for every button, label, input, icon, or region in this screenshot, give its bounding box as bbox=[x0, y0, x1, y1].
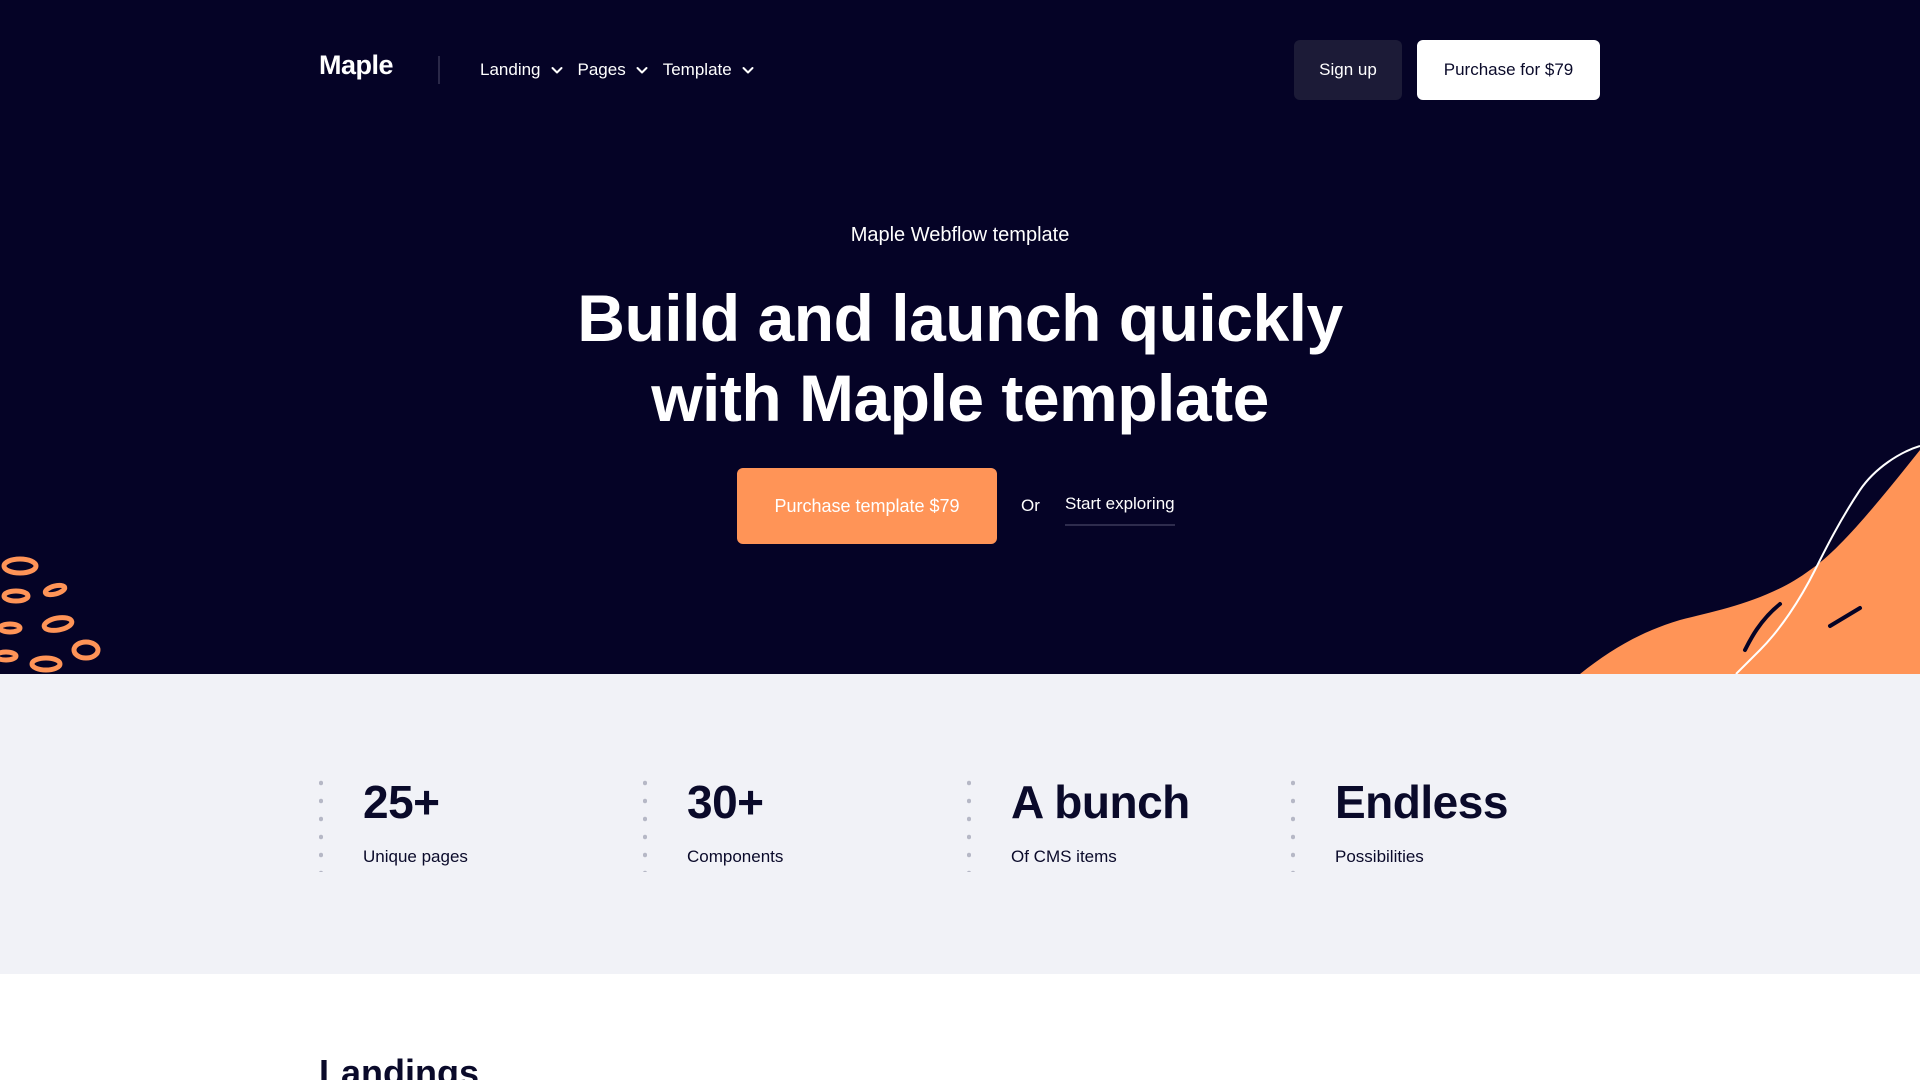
chevron-down-icon bbox=[741, 63, 755, 77]
dotted-divider bbox=[1291, 774, 1295, 872]
dotted-divider bbox=[967, 774, 971, 872]
decorative-wave-illustration bbox=[1580, 445, 1920, 674]
chevron-down-icon bbox=[635, 63, 649, 77]
hero-eyebrow: Maple Webflow template bbox=[850, 224, 1070, 246]
nav-item-template[interactable]: Template bbox=[663, 60, 755, 80]
purchase-template-button[interactable]: Purchase template $79 bbox=[737, 468, 997, 544]
stat-item: A bunch Of CMS items bbox=[967, 774, 1267, 872]
stats-section: 25+ Unique pages 30+ Components A bunch … bbox=[0, 674, 1920, 974]
nav-item-landing[interactable]: Landing bbox=[480, 60, 564, 80]
dotted-divider bbox=[319, 774, 323, 872]
stat-label: Possibilities bbox=[1335, 847, 1424, 866]
stat-label: Components bbox=[687, 847, 784, 866]
landings-section-title: Landings bbox=[319, 1052, 479, 1080]
purchase-button[interactable]: Purchase for $79 bbox=[1417, 40, 1600, 100]
signup-button[interactable]: Sign up bbox=[1294, 40, 1402, 100]
logo-divider bbox=[438, 56, 440, 84]
hero-headline: Build and launch quickly with Maple temp… bbox=[460, 278, 1460, 438]
hero-headline-line-1: Build and launch quickly bbox=[577, 281, 1343, 355]
stat-item: Endless Possibilities bbox=[1291, 774, 1591, 872]
nav-item-label: Template bbox=[662, 60, 732, 79]
nav-item-label: Landing bbox=[480, 60, 541, 79]
nav-item-label: Pages bbox=[577, 60, 626, 79]
stat-value: A bunch bbox=[1011, 776, 1190, 828]
chevron-down-icon bbox=[550, 63, 564, 77]
decorative-rings-illustration bbox=[0, 556, 101, 673]
dotted-divider bbox=[643, 774, 647, 872]
stat-item: 25+ Unique pages bbox=[319, 774, 619, 872]
stat-value: 25+ bbox=[363, 776, 440, 828]
nav-item-pages[interactable]: Pages bbox=[578, 60, 649, 80]
hero-headline-line-2: with Maple template bbox=[651, 361, 1269, 435]
main-nav: Landing Pages Template bbox=[480, 56, 769, 84]
start-exploring-link[interactable]: Start exploring bbox=[1065, 494, 1175, 526]
stat-label: Unique pages bbox=[363, 847, 468, 866]
or-text: Or bbox=[1021, 496, 1040, 515]
stat-value: Endless bbox=[1335, 776, 1508, 828]
stat-label: Of CMS items bbox=[1011, 847, 1117, 866]
maple-logo[interactable]: Maple bbox=[319, 50, 394, 81]
stat-value: 30+ bbox=[687, 776, 764, 828]
stat-item: 30+ Components bbox=[643, 774, 943, 872]
hero-section: Maple Landing Pages Template Sign up Pur… bbox=[0, 0, 1920, 674]
